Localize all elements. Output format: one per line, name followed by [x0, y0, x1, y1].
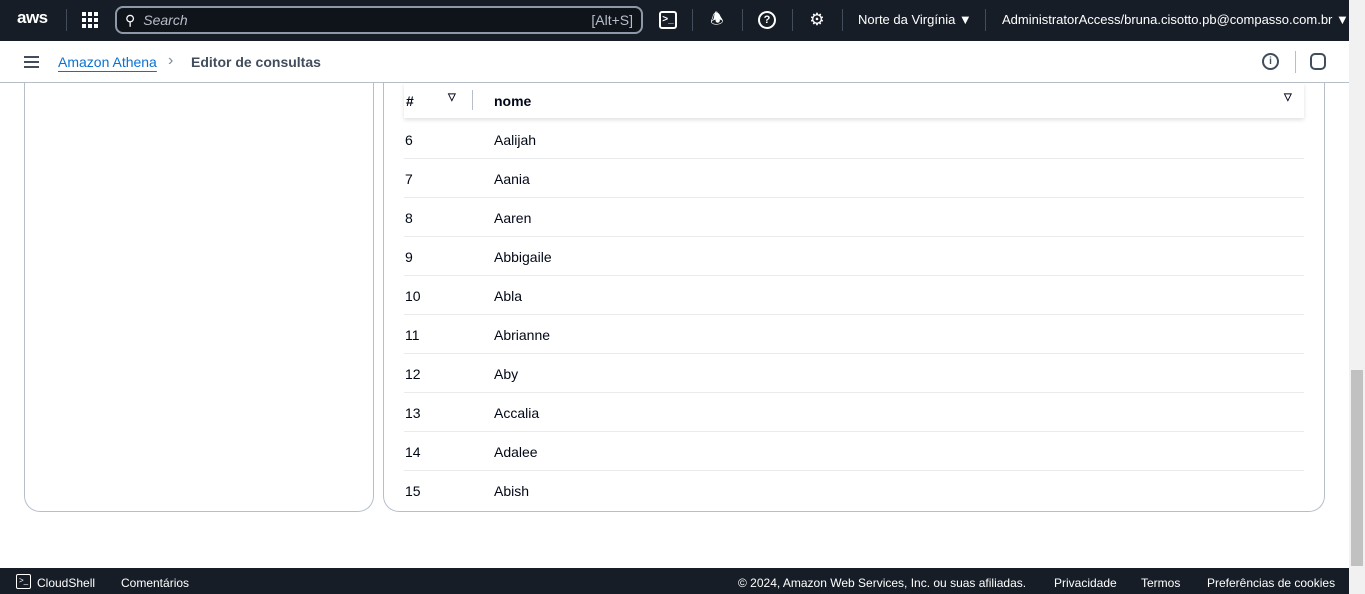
cell-nome: Aalijah	[494, 132, 537, 148]
breadcrumb-bar: Amazon Athena › Editor de consultas i	[0, 41, 1349, 83]
cell-nome: Abish	[494, 483, 530, 499]
sort-icon[interactable]: ▽	[1284, 92, 1292, 103]
table-row: 13 Accalia	[404, 393, 1304, 432]
aws-logo[interactable]: aws	[17, 8, 48, 28]
cloudshell-icon[interactable]: >_	[16, 574, 31, 589]
divider	[66, 9, 67, 31]
sort-icon[interactable]: ▽	[448, 92, 456, 103]
cell-index: 15	[405, 483, 421, 499]
services-grid-icon[interactable]	[82, 12, 98, 28]
breadcrumb-athena[interactable]: Amazon Athena	[58, 54, 157, 70]
account-menu[interactable]: AdministratorAccess/bruna.cisotto.pb@com…	[1002, 12, 1349, 27]
table-row: 7 Aania	[404, 159, 1304, 198]
divider	[692, 9, 693, 31]
table-row: 12 Aby	[404, 354, 1304, 393]
table-row: 9 Abbigaile	[404, 237, 1304, 276]
cell-index: 6	[405, 132, 413, 148]
privacy-link[interactable]: Privacidade	[1054, 576, 1117, 590]
cell-index: 7	[405, 171, 413, 187]
cloudshell-icon[interactable]: >_	[659, 11, 677, 29]
feedback-link[interactable]: Comentários	[121, 576, 189, 590]
copyright: © 2024, Amazon Web Services, Inc. ou sua…	[738, 576, 1027, 590]
cell-nome: Aby	[494, 366, 519, 382]
search-icon: ⚲	[125, 11, 136, 28]
cell-nome: Aaren	[494, 210, 532, 226]
table-row: 14 Adalee	[404, 432, 1304, 471]
divider	[985, 9, 986, 31]
cell-index: 11	[405, 327, 420, 343]
top-nav: aws ⚲ Search [Alt+S] >_ 🕭 ? ⚙ Norte da V…	[0, 0, 1349, 41]
cell-index: 12	[405, 366, 421, 382]
cell-nome: Abbigaile	[494, 249, 552, 265]
column-resizer[interactable]	[472, 90, 473, 110]
breadcrumb-current: Editor de consultas	[191, 54, 321, 70]
cell-nome: Accalia	[494, 405, 540, 421]
footer: >_ CloudShell Comentários © 2024, Amazon…	[0, 568, 1349, 594]
cell-index: 10	[405, 288, 421, 304]
region-selector[interactable]: Norte da Virgínia ▼	[858, 12, 972, 27]
divider	[842, 9, 843, 31]
table-row: 15 Abish	[404, 471, 1304, 510]
table-row: 6 Aalijah	[404, 120, 1304, 159]
table-row: 8 Aaren	[404, 198, 1304, 237]
cookies-link[interactable]: Preferências de cookies	[1207, 576, 1335, 590]
column-header-index[interactable]: #	[406, 93, 414, 109]
search-placeholder: Search	[143, 12, 188, 28]
scrollbar-thumb[interactable]	[1351, 370, 1363, 566]
divider	[792, 9, 793, 31]
cell-index: 9	[405, 249, 413, 265]
panel-settings-icon[interactable]	[1310, 53, 1326, 70]
cell-nome: Abrianne	[494, 327, 551, 343]
divider	[1295, 51, 1296, 73]
help-icon[interactable]: ?	[758, 11, 776, 29]
search-input[interactable]: ⚲ Search [Alt+S]	[115, 6, 643, 34]
divider	[742, 9, 743, 31]
bell-icon[interactable]: 🕭	[708, 11, 726, 29]
column-header-nome[interactable]: nome	[494, 93, 531, 109]
cell-index: 8	[405, 210, 413, 226]
gear-icon[interactable]: ⚙	[808, 11, 826, 29]
chevron-right-icon: ›	[168, 52, 174, 69]
cell-nome: Aania	[494, 171, 530, 187]
cell-index: 14	[405, 444, 421, 460]
table-row: 10 Abla	[404, 276, 1304, 315]
cell-nome: Adalee	[494, 444, 538, 460]
info-icon[interactable]: i	[1262, 53, 1279, 70]
terms-link[interactable]: Termos	[1141, 576, 1180, 590]
search-shortcut: [Alt+S]	[591, 12, 633, 28]
cell-nome: Abla	[494, 288, 523, 304]
cloudshell-link[interactable]: CloudShell	[37, 576, 95, 590]
table-row: 11 Abrianne	[404, 315, 1304, 354]
menu-icon[interactable]	[24, 56, 39, 68]
cell-index: 13	[405, 405, 421, 421]
left-panel	[24, 83, 374, 512]
table-header: # ▽ nome ▽	[404, 83, 1304, 118]
